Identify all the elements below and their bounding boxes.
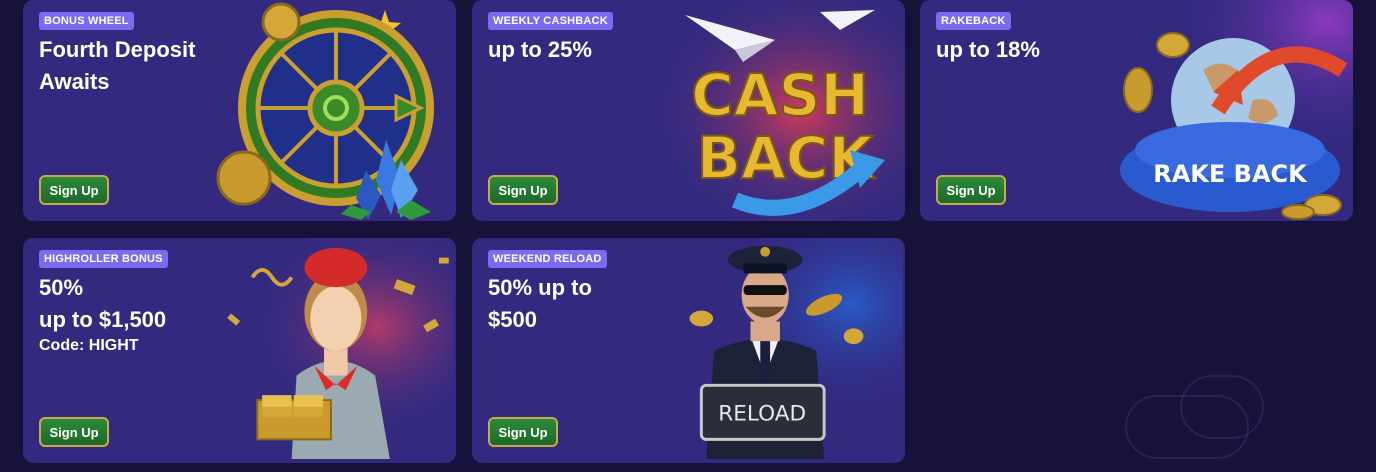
promo-badge: WEEKEND RELOAD — [488, 250, 607, 268]
bonus-wheel-illustration — [216, 2, 434, 220]
promo-badge: BONUS WHEEL — [39, 12, 134, 30]
sign-up-button[interactable]: Sign Up — [488, 175, 558, 205]
cashback-art-text: CASH — [691, 61, 869, 129]
sign-up-button[interactable]: Sign Up — [39, 175, 109, 205]
promo-badge: WEEKLY CASHBACK — [488, 12, 613, 30]
promo-badge: HIGHROLLER BONUS — [39, 250, 168, 268]
sign-up-button[interactable]: Sign Up — [936, 175, 1006, 205]
cashback-illustration: CASH BACK — [645, 0, 905, 221]
promo-card-weekend-reload[interactable]: WEEKEND RELOAD 50% up to $500 RELOAD Sig… — [472, 238, 905, 463]
rakeback-art-text: RAKE BACK — [1153, 160, 1308, 188]
promo-card-rakeback[interactable]: RAKEBACK up to 18% RAKE BACK Sign Up — [920, 0, 1353, 221]
sign-up-button[interactable]: Sign Up — [488, 417, 558, 447]
promo-badge: RAKEBACK — [936, 12, 1011, 30]
rakeback-illustration: RAKE BACK — [1093, 0, 1353, 221]
background-cloud — [1180, 375, 1264, 439]
promo-card-highroller-bonus[interactable]: HIGHROLLER BONUS 50% up to $1,500 Code: … — [23, 238, 456, 463]
sign-up-button[interactable]: Sign Up — [39, 417, 109, 447]
flight-attendant-illustration — [198, 238, 454, 459]
promo-card-weekly-cashback[interactable]: WEEKLY CASHBACK up to 25% CASH BACK Sign… — [472, 0, 905, 221]
promo-card-bonus-wheel[interactable]: BONUS WHEEL Fourth Deposit Awaits Sign U… — [23, 0, 456, 221]
reload-sign-text: RELOAD — [718, 402, 806, 427]
pilot-illustration: RELOAD — [647, 238, 903, 459]
